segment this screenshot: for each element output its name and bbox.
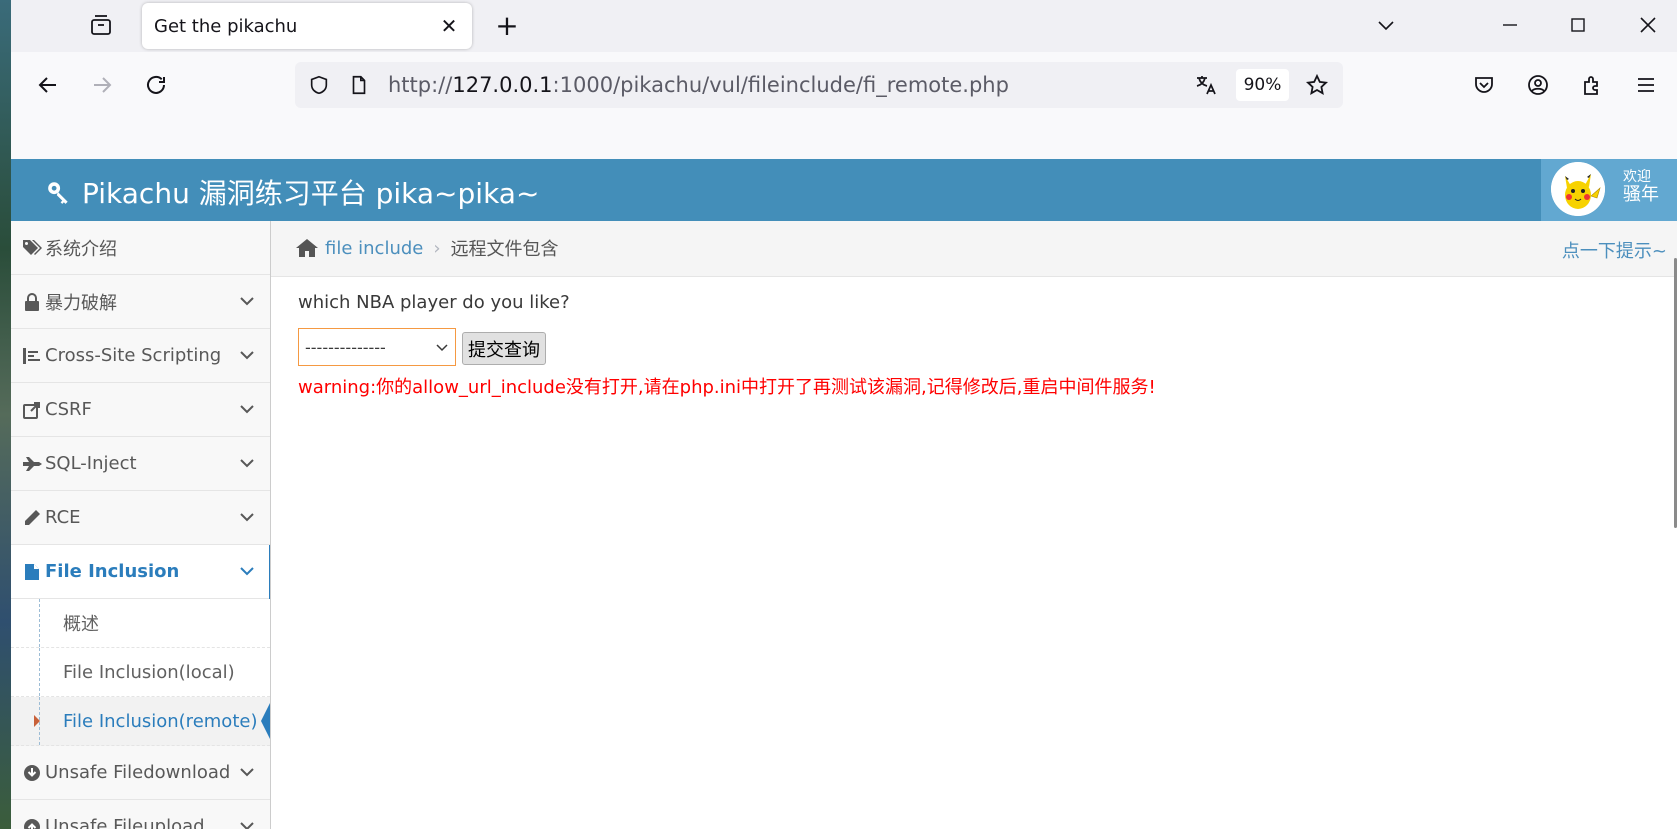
zoom-level[interactable]: 90% <box>1236 69 1289 101</box>
translate-icon[interactable] <box>1192 71 1220 99</box>
submenu-item-local[interactable]: File Inclusion(local) <box>11 648 270 697</box>
chevron-down-icon <box>240 768 254 777</box>
sidebar-item-label: Cross-Site Scripting <box>45 345 222 366</box>
submenu-item-label: File Inclusion(local) <box>63 661 235 683</box>
chevron-down-icon <box>240 822 254 829</box>
menu-icon[interactable] <box>1628 67 1664 103</box>
url-text[interactable]: http://127.0.0.1:1000/pikachu/vul/filein… <box>388 73 1009 97</box>
sidebar-item-brute-force[interactable]: 暴力破解 <box>11 275 270 329</box>
sidebar-item-csrf[interactable]: CSRF <box>11 383 270 437</box>
chevron-down-icon <box>240 405 254 414</box>
main-content: which NBA player do you like? ----------… <box>271 277 1677 829</box>
sidebar-item-label: SQL-Inject <box>45 453 137 474</box>
upload-icon <box>21 817 43 829</box>
file-icon <box>21 562 43 582</box>
breadcrumb-link[interactable]: file include <box>325 238 423 259</box>
sidebar-item-label: Unsafe Filedownload <box>45 762 231 783</box>
browser-nav-bar: http://127.0.0.1:1000/pikachu/vul/filein… <box>0 52 1677 159</box>
sidebar-item-file-inclusion[interactable]: File Inclusion <box>11 545 270 599</box>
fighter-jet-icon <box>21 454 43 474</box>
chevron-down-icon <box>240 567 254 576</box>
sidebar-item-sql-inject[interactable]: SQL-Inject <box>11 437 270 491</box>
new-tab-icon[interactable]: + <box>492 9 522 42</box>
tab-title: Get the pikachu <box>154 15 298 37</box>
url-scheme: http:// <box>388 73 453 97</box>
caret-right-icon <box>34 715 40 727</box>
address-bar[interactable]: http://127.0.0.1:1000/pikachu/vul/filein… <box>295 62 1343 108</box>
home-icon[interactable] <box>295 238 319 258</box>
url-host: 127.0.0.1 <box>452 73 553 97</box>
warning-message: warning:你的allow_url_include没有打开,请在php.in… <box>298 377 1156 398</box>
bookmark-star-icon[interactable] <box>1303 71 1331 99</box>
browser-tab-bar: Get the pikachu ✕ + <box>0 0 1677 52</box>
url-path: :1000/pikachu/vul/fileinclude/fi_remote.… <box>552 73 1009 97</box>
sitemap-icon <box>21 346 43 366</box>
maximize-icon[interactable] <box>1561 8 1595 42</box>
breadcrumb-trail: file include › 远程文件包含 <box>295 235 559 261</box>
sidebar-item-intro[interactable]: 系统介绍 <box>11 221 270 275</box>
submenu-item-label: File Inclusion(remote) <box>63 710 258 732</box>
hint-link[interactable]: 点一下提示~ <box>1562 237 1667 263</box>
submenu-item-remote[interactable]: File Inclusion(remote) <box>11 697 270 746</box>
extensions-icon[interactable] <box>1574 67 1610 103</box>
chevron-down-icon <box>240 459 254 468</box>
page-info-icon[interactable] <box>345 71 373 99</box>
sidebar-item-label: RCE <box>45 507 81 528</box>
brand[interactable]: Pikachu 漏洞练习平台 pika~pika~ <box>46 172 539 212</box>
pocket-icon[interactable] <box>1466 67 1502 103</box>
breadcrumb: file include › 远程文件包含 点一下提示~ <box>271 221 1677 277</box>
sidebar: 系统介绍 暴力破解 Cross-Site Scripting CSRF SQL-… <box>11 221 271 829</box>
submenu-item-overview[interactable]: 概述 <box>11 599 270 648</box>
active-pointer-icon <box>261 701 270 741</box>
sidebar-item-label: 暴力破解 <box>45 292 117 314</box>
list-all-tabs-icon[interactable] <box>1369 8 1403 42</box>
question-text: which NBA player do you like? <box>298 292 570 313</box>
chevron-down-icon <box>240 513 254 522</box>
chevron-down-icon <box>436 344 448 352</box>
share-square-icon <box>21 400 43 420</box>
close-window-icon[interactable] <box>1631 8 1665 42</box>
chevron-down-icon <box>240 297 254 306</box>
file-inclusion-submenu: 概述 File Inclusion(local) File Inclusion(… <box>11 599 270 746</box>
tab-list-icon[interactable] <box>88 12 114 38</box>
tags-icon <box>21 238 43 258</box>
key-icon <box>46 179 72 205</box>
sidebar-item-rce[interactable]: RCE <box>11 491 270 545</box>
submit-button[interactable]: 提交查询 <box>462 332 546 365</box>
account-icon[interactable] <box>1520 67 1556 103</box>
chevron-right-icon: › <box>433 237 441 259</box>
user-menu[interactable]: 欢迎 骚年 <box>1541 159 1677 221</box>
close-tab-icon[interactable]: ✕ <box>438 14 460 38</box>
download-icon <box>21 763 43 783</box>
back-icon[interactable] <box>30 67 66 103</box>
desktop-background-strip <box>0 0 11 829</box>
sidebar-item-unsafe-fileupload[interactable]: Unsafe Fileupload <box>11 800 270 829</box>
submenu-item-label: 概述 <box>63 614 99 635</box>
sidebar-item-label: File Inclusion <box>45 561 180 582</box>
chevron-down-icon <box>240 351 254 360</box>
active-tab[interactable]: Get the pikachu ✕ <box>142 3 472 49</box>
avatar <box>1551 162 1605 216</box>
sidebar-item-xss[interactable]: Cross-Site Scripting <box>11 329 270 383</box>
breadcrumb-current: 远程文件包含 <box>450 239 559 260</box>
lock-icon <box>21 292 43 312</box>
sidebar-item-label: Unsafe Fileupload <box>45 816 205 829</box>
minimize-icon[interactable] <box>1493 8 1527 42</box>
sidebar-item-unsafe-filedownload[interactable]: Unsafe Filedownload <box>11 746 270 800</box>
player-select-value: -------------- <box>305 337 386 357</box>
pencil-icon <box>21 508 43 528</box>
forward-icon[interactable] <box>84 67 120 103</box>
welcome-text: 欢迎 骚年 <box>1623 168 1659 204</box>
player-select[interactable]: -------------- <box>298 328 456 366</box>
sidebar-item-label: 系统介绍 <box>45 238 117 260</box>
shield-icon[interactable] <box>305 71 333 99</box>
username: 骚年 <box>1623 184 1659 205</box>
site-header: Pikachu 漏洞练习平台 pika~pika~ 欢迎 骚年 <box>11 159 1677 221</box>
brand-title: Pikachu 漏洞练习平台 pika~pika~ <box>82 177 540 210</box>
sidebar-item-label: CSRF <box>45 399 92 420</box>
reload-icon[interactable] <box>138 67 174 103</box>
